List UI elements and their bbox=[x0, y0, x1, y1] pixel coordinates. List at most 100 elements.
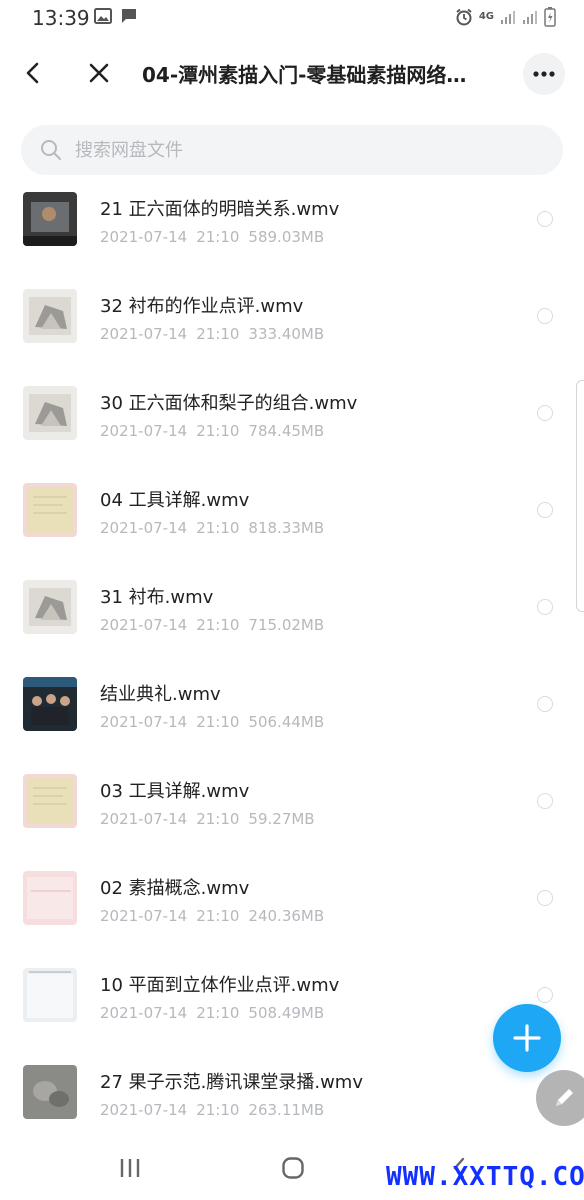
file-size: 508.49MB bbox=[248, 1004, 325, 1022]
more-options-button[interactable] bbox=[523, 53, 565, 95]
watermark: WWW.XXTTQ.COM bbox=[386, 1162, 584, 1192]
file-time: 21:10 bbox=[196, 907, 240, 925]
signal-icon bbox=[501, 11, 515, 24]
file-time: 21:10 bbox=[196, 228, 240, 246]
file-time: 21:10 bbox=[196, 810, 240, 828]
battery-icon bbox=[544, 7, 556, 27]
recents-icon[interactable] bbox=[118, 1156, 142, 1180]
file-size: 240.36MB bbox=[248, 907, 325, 925]
file-meta: 2021-07-14 21:10 818.33MB bbox=[100, 519, 333, 537]
file-size: 263.11MB bbox=[248, 1101, 325, 1119]
select-radio[interactable] bbox=[537, 308, 553, 324]
video-thumbnail bbox=[23, 483, 77, 537]
file-list-item[interactable]: 32 衬布的作业点评.wmv 2021-07-14 21:10 333.40MB bbox=[0, 281, 584, 378]
header: 04-潭州素描入门-零基础素描网络… bbox=[0, 42, 584, 104]
chevron-left-icon bbox=[26, 62, 39, 84]
select-radio[interactable] bbox=[537, 502, 553, 518]
file-list-item[interactable]: 21 正六面体的明暗关系.wmv 2021-07-14 21:10 589.03MB bbox=[0, 184, 584, 281]
video-thumbnail bbox=[23, 871, 77, 925]
file-list-item[interactable]: 结业典礼.wmv 2021-07-14 21:10 506.44MB bbox=[0, 669, 584, 766]
page-title: 04-潭州素描入门-零基础素描网络… bbox=[142, 63, 467, 87]
file-meta: 2021-07-14 21:10 715.02MB bbox=[100, 616, 333, 634]
file-size: 59.27MB bbox=[248, 810, 315, 828]
plus-icon bbox=[513, 1024, 541, 1052]
file-list: 21 正六面体的明暗关系.wmv 2021-07-14 21:10 589.03MB 3… bbox=[0, 184, 584, 1154]
file-time: 21:10 bbox=[196, 1101, 240, 1119]
file-time: 21:10 bbox=[196, 422, 240, 440]
file-meta: 2021-07-14 21:10 263.11MB bbox=[100, 1101, 333, 1119]
status-bar: 13:39 4G bbox=[0, 0, 584, 36]
file-time: 21:10 bbox=[196, 1004, 240, 1022]
file-meta: 2021-07-14 21:10 506.44MB bbox=[100, 713, 333, 731]
file-meta: 2021-07-14 21:10 240.36MB bbox=[100, 907, 333, 925]
video-thumbnail bbox=[23, 289, 77, 343]
file-name: 03 工具详解.wmv bbox=[100, 781, 250, 802]
file-name: 10 平面到立体作业点评.wmv bbox=[100, 975, 340, 996]
file-date: 2021-07-14 bbox=[100, 616, 188, 634]
alarm-icon bbox=[456, 8, 472, 26]
select-radio[interactable] bbox=[537, 890, 553, 906]
search-input[interactable] bbox=[75, 125, 535, 175]
close-button[interactable] bbox=[84, 58, 114, 88]
file-size: 784.45MB bbox=[248, 422, 325, 440]
file-name: 31 衬布.wmv bbox=[100, 587, 214, 608]
file-meta: 2021-07-14 21:10 508.49MB bbox=[100, 1004, 333, 1022]
file-time: 21:10 bbox=[196, 713, 240, 731]
file-name: 04 工具详解.wmv bbox=[100, 490, 250, 511]
file-list-item[interactable]: 04 工具详解.wmv 2021-07-14 21:10 818.33MB bbox=[0, 475, 584, 572]
4g-icon: 4G bbox=[478, 11, 494, 22]
video-thumbnail bbox=[23, 968, 77, 1022]
file-name: 32 衬布的作业点评.wmv bbox=[100, 296, 304, 317]
select-radio[interactable] bbox=[537, 211, 553, 227]
select-radio[interactable] bbox=[537, 793, 553, 809]
search-bar[interactable] bbox=[21, 125, 563, 175]
message-icon bbox=[122, 9, 136, 23]
signal-icon bbox=[523, 11, 537, 24]
file-date: 2021-07-14 bbox=[100, 325, 188, 343]
file-date: 2021-07-14 bbox=[100, 1004, 188, 1022]
file-date: 2021-07-14 bbox=[100, 228, 188, 246]
video-thumbnail bbox=[23, 386, 77, 440]
pencil-icon bbox=[556, 1089, 573, 1106]
file-size: 715.02MB bbox=[248, 616, 325, 634]
file-time: 21:10 bbox=[196, 616, 240, 634]
status-time: 13:39 bbox=[32, 6, 90, 30]
select-radio[interactable] bbox=[537, 405, 553, 421]
file-name: 27 果子示范.腾讯课堂录播.wmv bbox=[100, 1072, 363, 1093]
file-size: 589.03MB bbox=[248, 228, 325, 246]
file-meta: 2021-07-14 21:10 589.03MB bbox=[100, 228, 333, 246]
video-thumbnail bbox=[23, 580, 77, 634]
file-size: 818.33MB bbox=[248, 519, 325, 537]
file-date: 2021-07-14 bbox=[100, 422, 188, 440]
status-icons-left bbox=[94, 8, 138, 24]
file-date: 2021-07-14 bbox=[100, 810, 188, 828]
file-date: 2021-07-14 bbox=[100, 907, 188, 925]
file-meta: 2021-07-14 21:10 333.40MB bbox=[100, 325, 333, 343]
video-thumbnail bbox=[23, 677, 77, 731]
select-radio[interactable] bbox=[537, 987, 553, 1003]
select-radio[interactable] bbox=[537, 696, 553, 712]
file-list-item[interactable]: 30 正六面体和梨子的组合.wmv 2021-07-14 21:10 784.45MB bbox=[0, 378, 584, 475]
image-icon bbox=[94, 8, 112, 24]
file-date: 2021-07-14 bbox=[100, 1101, 188, 1119]
select-radio[interactable] bbox=[537, 599, 553, 615]
file-time: 21:10 bbox=[196, 325, 240, 343]
scroll-handle[interactable] bbox=[576, 380, 584, 612]
video-thumbnail bbox=[23, 192, 77, 246]
home-icon[interactable] bbox=[281, 1156, 305, 1180]
file-name: 02 素描概念.wmv bbox=[100, 878, 250, 899]
file-list-item[interactable]: 31 衬布.wmv 2021-07-14 21:10 715.02MB bbox=[0, 572, 584, 669]
edit-button[interactable] bbox=[536, 1070, 584, 1126]
status-icons-right: 4G bbox=[455, 7, 556, 27]
file-size: 506.44MB bbox=[248, 713, 325, 731]
file-list-item[interactable]: 03 工具详解.wmv 2021-07-14 21:10 59.27MB bbox=[0, 766, 584, 863]
file-list-item[interactable]: 02 素描概念.wmv 2021-07-14 21:10 240.36MB bbox=[0, 863, 584, 960]
file-date: 2021-07-14 bbox=[100, 713, 188, 731]
add-button[interactable] bbox=[493, 1004, 561, 1072]
file-name: 30 正六面体和梨子的组合.wmv bbox=[100, 393, 358, 414]
back-button[interactable] bbox=[18, 58, 48, 88]
file-time: 21:10 bbox=[196, 519, 240, 537]
file-meta: 2021-07-14 21:10 784.45MB bbox=[100, 422, 333, 440]
file-meta: 2021-07-14 21:10 59.27MB bbox=[100, 810, 324, 828]
video-thumbnail bbox=[23, 774, 77, 828]
